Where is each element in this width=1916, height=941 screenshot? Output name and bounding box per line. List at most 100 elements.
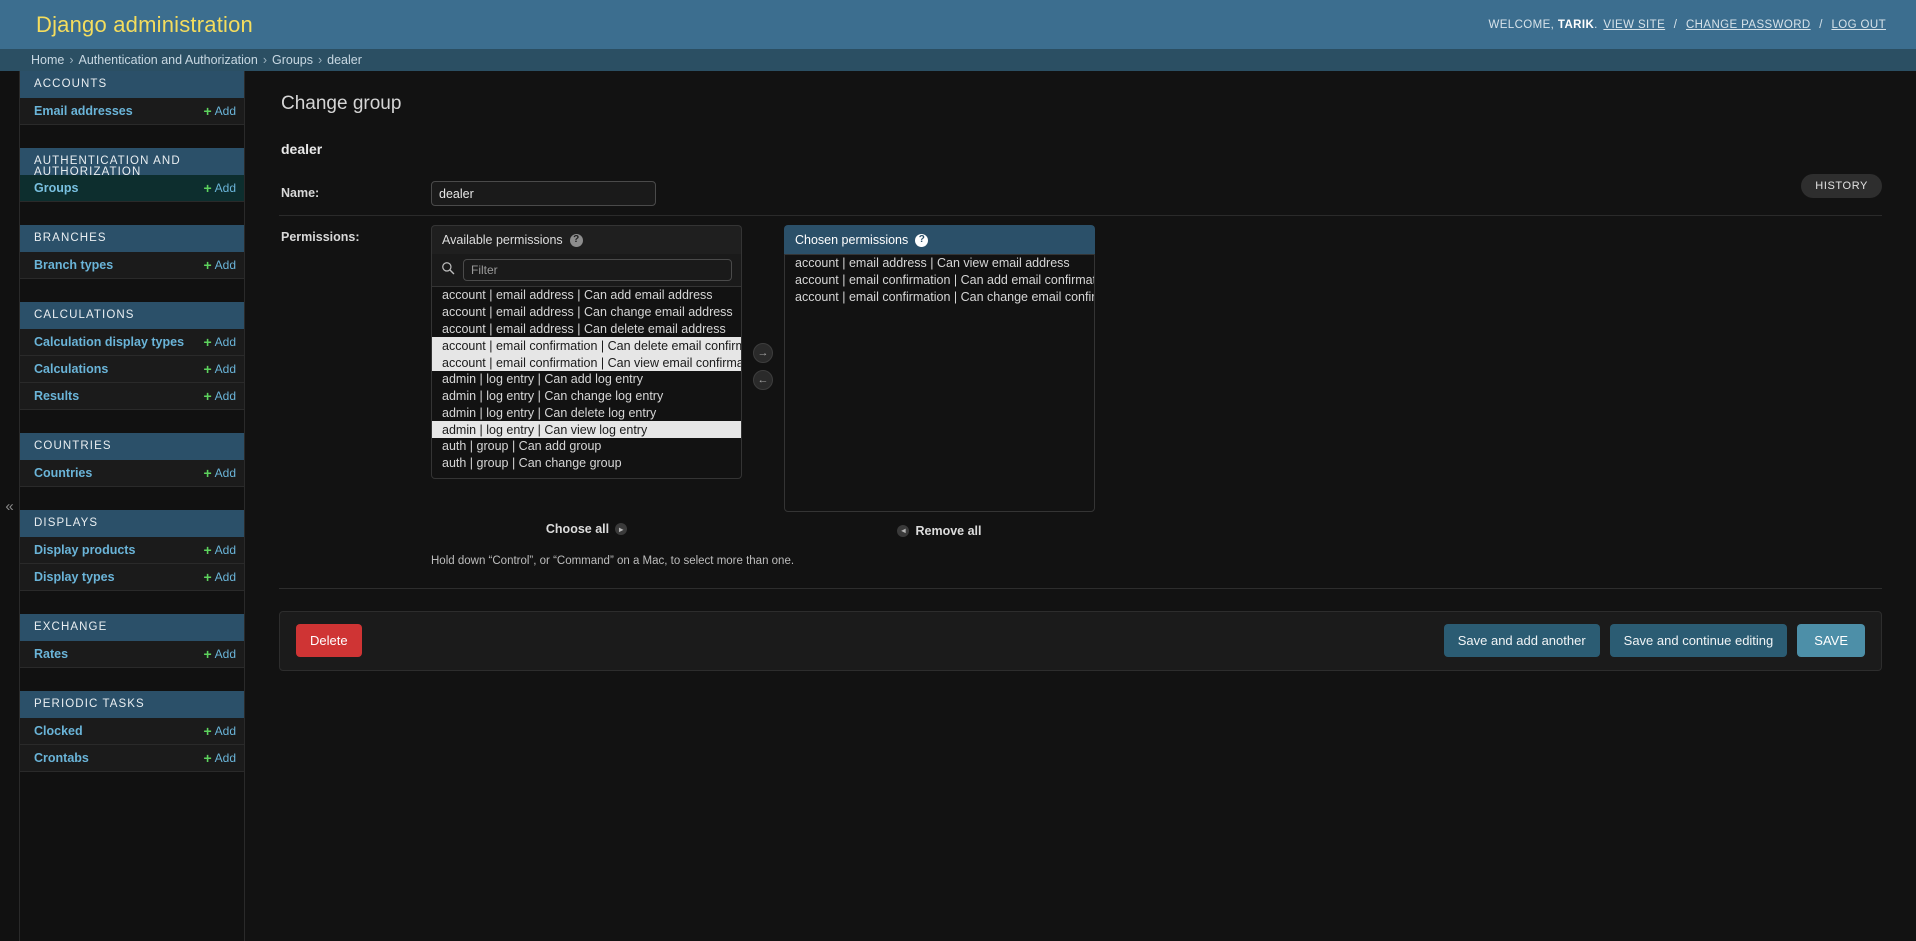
sidebar-add-link[interactable]: + Add xyxy=(203,104,236,118)
sidebar-add-link[interactable]: + Add xyxy=(203,570,236,584)
available-permission-option[interactable]: auth | group | Can change group xyxy=(432,455,741,472)
breadcrumb-item-authentication-and-authorization[interactable]: Authentication and Authorization xyxy=(79,53,258,67)
save-button[interactable]: SAVE xyxy=(1797,624,1865,657)
sidebar-item-results[interactable]: Results + Add xyxy=(20,383,244,410)
submit-row: Delete Save and add another Save and con… xyxy=(279,610,1882,671)
available-permission-option[interactable]: account | email address | Can delete ema… xyxy=(432,321,741,338)
available-permission-option[interactable]: admin | log entry | Can add log entry xyxy=(432,371,741,388)
sidebar-item-label[interactable]: Display types xyxy=(34,570,115,584)
name-label: Name: xyxy=(281,186,320,200)
sidebar-add-link[interactable]: + Add xyxy=(203,647,236,661)
breadcrumb-item-groups[interactable]: Groups xyxy=(272,53,313,67)
sidebar-item-display-products[interactable]: Display products + Add xyxy=(20,537,244,564)
name-input[interactable] xyxy=(431,181,656,206)
selector-available: Available permissions ? Filter account |… xyxy=(431,225,742,480)
delete-button[interactable]: Delete xyxy=(296,624,362,657)
sidebar-item-email-addresses[interactable]: Email addresses + Add xyxy=(20,98,244,125)
add-permission-arrow-icon[interactable]: → xyxy=(753,343,773,363)
add-label: Add xyxy=(214,570,236,584)
available-permission-option[interactable]: admin | log entry | Can delete log entry xyxy=(432,404,741,421)
save-and-continue-button[interactable]: Save and continue editing xyxy=(1609,624,1788,657)
available-permission-option[interactable]: account | email confirmation | Can delet… xyxy=(432,337,741,354)
sidebar-item-label[interactable]: Countries xyxy=(34,466,92,480)
sidebar-item-calculation-display-types[interactable]: Calculation display types + Add xyxy=(20,329,244,356)
breadcrumb-separator: › xyxy=(69,53,74,67)
sidebar-app-caption[interactable]: DISPLAYS xyxy=(20,510,244,537)
chosen-permissions-list[interactable]: account | email address | Can view email… xyxy=(784,254,1095,512)
sidebar-item-label[interactable]: Groups xyxy=(34,181,78,195)
sidebar-item-label[interactable]: Calculation display types xyxy=(34,335,184,349)
plus-icon: + xyxy=(203,465,212,481)
available-permission-option[interactable]: account | email confirmation | Can view … xyxy=(432,354,741,371)
sidebar-item-label[interactable]: Clocked xyxy=(34,724,83,738)
sidebar-add-link[interactable]: + Add xyxy=(203,181,236,195)
history-button[interactable]: HISTORY xyxy=(1801,174,1882,198)
sidebar-item-groups[interactable]: Groups + Add xyxy=(20,175,244,202)
available-permission-option[interactable]: admin | log entry | Can change log entry xyxy=(432,388,741,405)
sidebar-item-label[interactable]: Display products xyxy=(34,543,135,557)
view-site-link[interactable]: VIEW SITE xyxy=(1603,19,1665,31)
sidebar-module-gap xyxy=(20,487,244,510)
log-out-link[interactable]: LOG OUT xyxy=(1831,19,1886,31)
sidebar-app-caption[interactable]: BRANCHES xyxy=(20,225,244,252)
sidebar-app-caption[interactable]: COUNTRIES xyxy=(20,433,244,460)
available-permission-option[interactable]: admin | log entry | Can view log entry xyxy=(432,421,741,438)
sidebar-app-list: ACCOUNTS Email addresses + Add AUTHENTICATIO… xyxy=(20,71,244,772)
save-and-add-another-button[interactable]: Save and add another xyxy=(1443,624,1600,657)
help-icon[interactable]: ? xyxy=(915,233,929,247)
sidebar-add-link[interactable]: + Add xyxy=(203,466,236,480)
sidebar-app-caption[interactable]: EXCHANGE xyxy=(20,614,244,641)
sidebar-app-authentication-and-authorization: AUTHENTICATION AND AUTHORIZATION Groups + A… xyxy=(20,148,244,202)
sidebar-item-label[interactable]: Rates xyxy=(34,647,68,661)
available-permission-option[interactable]: auth | group | Can add group xyxy=(432,438,741,455)
chosen-permission-option[interactable]: account | email confirmation | Can chang… xyxy=(785,289,1094,306)
sidebar-add-link[interactable]: + Add xyxy=(203,543,236,557)
choose-all-col: Choose all ▸ xyxy=(431,522,742,538)
object-name: dealer xyxy=(281,141,323,157)
page-title: Change group xyxy=(281,93,402,114)
toggle-nav-sidebar-button[interactable]: « xyxy=(0,71,20,941)
remove-all-label: Remove all xyxy=(915,523,982,538)
sidebar-item-label[interactable]: Results xyxy=(34,389,79,403)
choose-all-button[interactable]: Choose all ▸ xyxy=(545,522,628,536)
sidebar-item-clocked[interactable]: Clocked + Add xyxy=(20,718,244,745)
sidebar-item-rates[interactable]: Rates + Add xyxy=(20,641,244,668)
chosen-permission-option[interactable]: account | email confirmation | Can add e… xyxy=(785,272,1094,289)
sidebar-app-caption[interactable]: AUTHENTICATION AND AUTHORIZATION xyxy=(20,148,244,178)
available-permission-option[interactable]: account | email address | Can change ema… xyxy=(432,304,741,321)
sidebar-item-countries[interactable]: Countries + Add xyxy=(20,460,244,487)
help-icon[interactable]: ? xyxy=(569,233,583,247)
sidebar-add-link[interactable]: + Add xyxy=(203,258,236,272)
change-password-link[interactable]: CHANGE PASSWORD xyxy=(1686,19,1811,31)
sidebar-item-calculations[interactable]: Calculations + Add xyxy=(20,356,244,383)
sidebar-app-accounts: ACCOUNTS Email addresses + Add xyxy=(20,71,244,125)
plus-icon: + xyxy=(203,723,212,739)
available-permission-option[interactable]: account | email address | Can add email … xyxy=(432,287,741,304)
sidebar-app-caption[interactable]: PERIODIC TASKS xyxy=(20,691,244,718)
sidebar-add-link[interactable]: + Add xyxy=(203,751,236,765)
sidebar-item-label[interactable]: Email addresses xyxy=(34,104,133,118)
sidebar-item-branch-types[interactable]: Branch types + Add xyxy=(20,252,244,279)
sidebar-add-link[interactable]: + Add xyxy=(203,335,236,349)
sidebar-item-display-types[interactable]: Display types + Add xyxy=(20,564,244,591)
chosen-permission-option[interactable]: account | email address | Can view email… xyxy=(785,255,1094,272)
sidebar-item-crontabs[interactable]: Crontabs + Add xyxy=(20,745,244,772)
add-label: Add xyxy=(214,751,236,765)
sidebar-app-caption[interactable]: ACCOUNTS xyxy=(20,71,244,98)
sidebar-add-link[interactable]: + Add xyxy=(203,724,236,738)
sidebar-app-caption[interactable]: CALCULATIONS xyxy=(20,302,244,329)
sidebar-item-label[interactable]: Calculations xyxy=(34,362,108,376)
remove-all-button[interactable]: ◂ Remove all xyxy=(897,523,982,538)
sidebar-item-label[interactable]: Branch types xyxy=(34,258,113,272)
breadcrumb-item-dealer: dealer xyxy=(327,53,362,67)
breadcrumb-item-home[interactable]: Home xyxy=(31,53,64,67)
filter-input[interactable] xyxy=(463,259,732,281)
available-permissions-list[interactable]: account | email address | Can add email … xyxy=(431,287,742,479)
sidebar-add-link[interactable]: + Add xyxy=(203,362,236,376)
remove-permission-arrow-icon[interactable]: ← xyxy=(753,370,773,390)
sidebar-item-label[interactable]: Crontabs xyxy=(34,751,89,765)
plus-icon: + xyxy=(203,103,212,119)
choose-all-label: Choose all xyxy=(545,522,610,536)
sidebar-add-link[interactable]: + Add xyxy=(203,389,236,403)
site-title: Django administration xyxy=(36,11,253,37)
